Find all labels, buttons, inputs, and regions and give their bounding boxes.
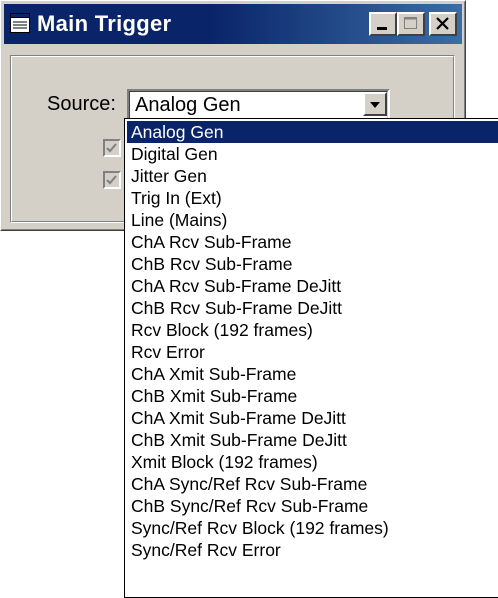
source-combobox-value: Analog Gen — [135, 94, 241, 116]
minimize-button[interactable] — [369, 12, 397, 36]
checkmark-icon — [106, 143, 117, 153]
chevron-down-icon — [370, 102, 380, 108]
close-button[interactable] — [429, 12, 457, 36]
checkbox-2[interactable] — [103, 171, 121, 189]
list-item-jitter-gen[interactable]: Jitter Gen — [127, 165, 498, 187]
list-item-chb-rcv-sub-frame-dejitt[interactable]: ChB Rcv Sub-Frame DeJitt — [127, 297, 498, 319]
checkbox-1[interactable] — [103, 139, 121, 157]
checkmark-icon — [106, 175, 117, 185]
source-combobox[interactable]: Analog Gen — [127, 89, 390, 121]
list-item-chb-xmit-sub-frame[interactable]: ChB Xmit Sub-Frame — [127, 385, 498, 407]
list-item-chb-rcv-sub-frame[interactable]: ChB Rcv Sub-Frame — [127, 253, 498, 275]
list-item-chb-sync-ref-rcv-sub-frame[interactable]: ChB Sync/Ref Rcv Sub-Frame — [127, 495, 498, 517]
maximize-icon — [404, 17, 417, 29]
source-dropdown-list[interactable]: Analog Gen Digital Gen Jitter Gen Trig I… — [124, 118, 498, 598]
list-item-analog-gen[interactable]: Analog Gen — [127, 121, 498, 143]
list-item-trig-in-ext[interactable]: Trig In (Ext) — [127, 187, 498, 209]
list-item-xmit-block[interactable]: Xmit Block (192 frames) — [127, 451, 498, 473]
list-item-cha-sync-ref-rcv-sub-frame[interactable]: ChA Sync/Ref Rcv Sub-Frame — [127, 473, 498, 495]
title-bar[interactable]: Main Trigger — [4, 4, 462, 44]
list-item-cha-rcv-sub-frame[interactable]: ChA Rcv Sub-Frame — [127, 231, 498, 253]
source-label: Source: — [47, 93, 116, 115]
list-item-chb-xmit-sub-frame-dejitt[interactable]: ChB Xmit Sub-Frame DeJitt — [127, 429, 498, 451]
close-icon — [436, 17, 449, 30]
source-dropdown-button[interactable] — [363, 92, 387, 116]
maximize-button[interactable] — [397, 12, 425, 36]
list-item-cha-xmit-sub-frame-dejitt[interactable]: ChA Xmit Sub-Frame DeJitt — [127, 407, 498, 429]
list-item-line-mains[interactable]: Line (Mains) — [127, 209, 498, 231]
list-item-cha-xmit-sub-frame[interactable]: ChA Xmit Sub-Frame — [127, 363, 498, 385]
minimize-icon — [377, 27, 387, 30]
window-title: Main Trigger — [37, 11, 172, 36]
window-icon[interactable] — [10, 13, 30, 33]
list-item-sync-ref-rcv-block[interactable]: Sync/Ref Rcv Block (192 frames) — [127, 517, 498, 539]
list-item-cha-rcv-sub-frame-dejitt[interactable]: ChA Rcv Sub-Frame DeJitt — [127, 275, 498, 297]
list-item-rcv-block[interactable]: Rcv Block (192 frames) — [127, 319, 498, 341]
list-item-rcv-error[interactable]: Rcv Error — [127, 341, 498, 363]
list-item-digital-gen[interactable]: Digital Gen — [127, 143, 498, 165]
list-item-sync-ref-rcv-error[interactable]: Sync/Ref Rcv Error — [127, 539, 498, 561]
